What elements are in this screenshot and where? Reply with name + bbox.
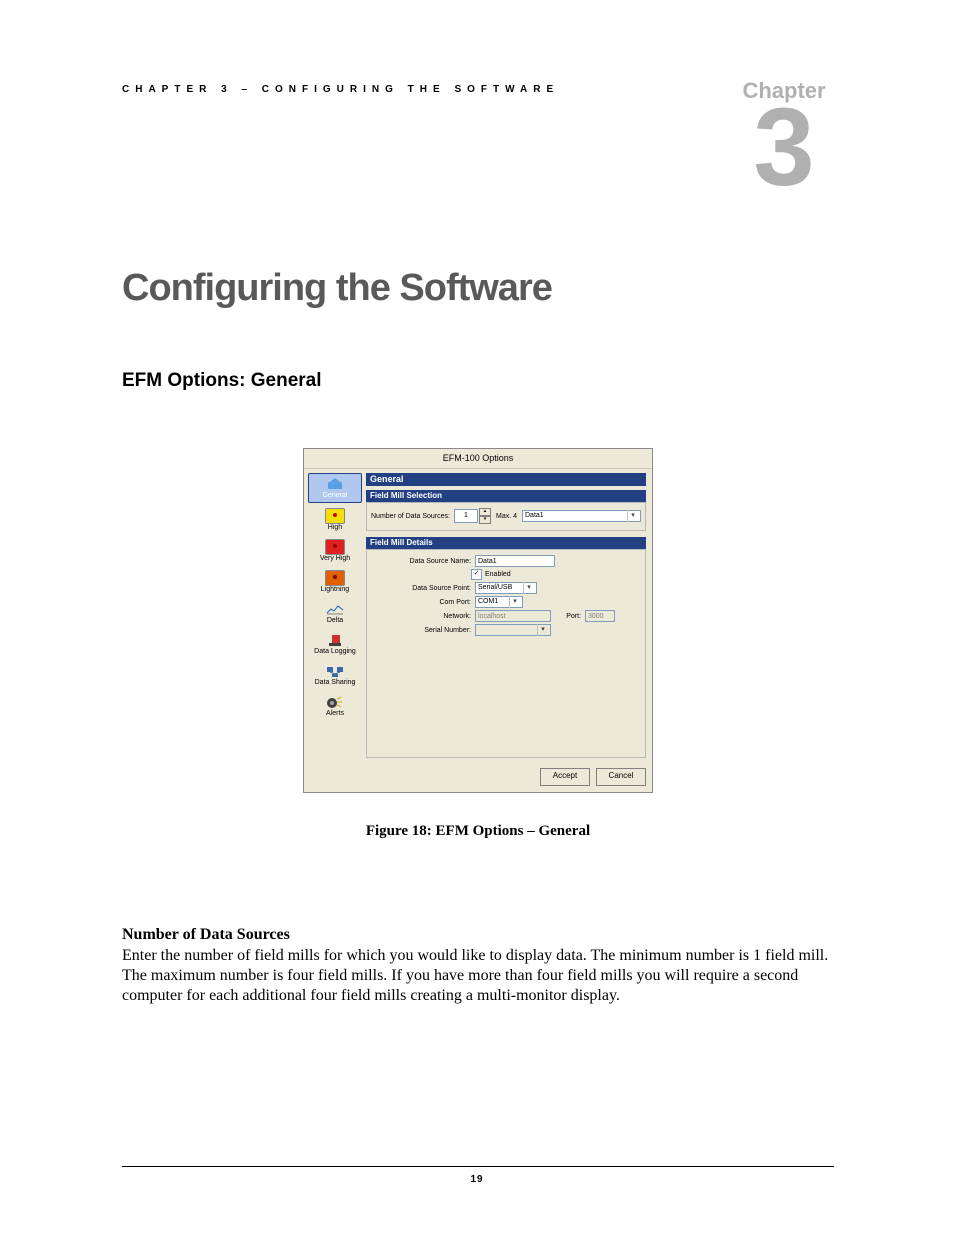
dsp-label: Data Source Point: — [371, 585, 475, 592]
alerts-icon — [326, 695, 344, 709]
group-details: Field Mill Details — [366, 537, 646, 549]
chevron-down-icon: ▾ — [523, 582, 534, 594]
serial-number-select[interactable]: ▾ — [475, 624, 551, 636]
sidebar-item-label: Lightning — [321, 586, 349, 593]
delta-icon — [326, 602, 344, 616]
enabled-label: Enabled — [485, 571, 511, 578]
data-logging-icon — [326, 633, 344, 647]
efm-options-dialog: EFM-100 Options General High — [303, 448, 653, 793]
group-selection: Field Mill Selection — [366, 490, 646, 502]
high-icon — [325, 508, 345, 524]
dialog-sidebar: General High Very High — [304, 469, 366, 762]
sidebar-item-label: High — [328, 524, 342, 531]
sidebar-item-general[interactable]: General — [308, 473, 362, 503]
body-paragraph: Enter the number of field mills for whic… — [122, 946, 834, 1006]
sidebar-item-lightning[interactable]: Lightning — [309, 568, 361, 596]
data-source-select[interactable]: Data1 ▾ — [522, 510, 641, 522]
body-subhead: Number of Data Sources — [122, 926, 834, 944]
running-head: CHAPTER 3 – CONFIGURING THE SOFTWARE — [122, 84, 559, 95]
page-number: 19 — [0, 1174, 954, 1185]
dsp-select[interactable]: Serial/USB ▾ — [475, 582, 537, 594]
sidebar-item-label: Delta — [327, 617, 343, 624]
sidebar-item-very-high[interactable]: Very High — [309, 537, 361, 565]
sidebar-item-delta[interactable]: Delta — [309, 599, 361, 627]
general-icon — [326, 477, 344, 491]
ds-name-input[interactable]: Data1 — [475, 555, 555, 567]
page-title: Configuring the Software — [122, 267, 834, 310]
com-value: COM1 — [478, 596, 498, 608]
num-sources-spinner[interactable]: 1 ▴ ▾ — [454, 508, 491, 524]
sn-label: Serial Number: — [371, 627, 475, 634]
chapter-number: 3 — [734, 98, 834, 197]
sidebar-item-label: Data Logging — [314, 648, 356, 655]
sidebar-item-alerts[interactable]: Alerts — [309, 692, 361, 720]
port-input: 3000 — [585, 610, 615, 622]
network-input: localhost — [475, 610, 551, 622]
sidebar-item-label: Alerts — [326, 710, 344, 717]
num-sources-max: Max. 4 — [491, 513, 522, 520]
footer-rule — [122, 1166, 834, 1167]
enabled-checkbox[interactable]: ✓ Enabled — [471, 569, 511, 580]
chapter-badge: Chapter 3 — [734, 78, 834, 197]
sidebar-item-data-logging[interactable]: Data Logging — [309, 630, 361, 658]
net-label: Network: — [371, 613, 475, 620]
accept-button[interactable]: Accept — [540, 768, 590, 786]
spinner-down-icon[interactable]: ▾ — [479, 516, 491, 524]
port-label: Port: — [551, 613, 585, 620]
num-sources-value: 1 — [454, 509, 478, 523]
chevron-down-icon: ▾ — [509, 596, 520, 608]
dialog-main: General Field Mill Selection Number of D… — [366, 469, 652, 762]
group-general: General — [366, 473, 646, 486]
very-high-icon — [325, 539, 345, 555]
ds-name-label: Data Source Name: — [371, 558, 475, 565]
sidebar-item-label: Very High — [320, 555, 350, 562]
chevron-down-icon: ▾ — [537, 624, 548, 636]
com-select[interactable]: COM1 ▾ — [475, 596, 523, 608]
chevron-down-icon: ▾ — [627, 510, 638, 522]
spinner-up-icon[interactable]: ▴ — [479, 508, 491, 516]
sidebar-item-label: General — [323, 492, 348, 499]
sidebar-item-high[interactable]: High — [309, 506, 361, 534]
figure-caption: Figure 18: EFM Options – General — [122, 823, 834, 840]
dialog-title: EFM-100 Options — [304, 449, 652, 469]
sidebar-item-label: Data Sharing — [315, 679, 356, 686]
section-head: EFM Options: General — [122, 370, 834, 392]
lightning-icon — [325, 570, 345, 586]
checkbox-checked-icon: ✓ — [471, 569, 482, 580]
num-sources-label: Number of Data Sources: — [371, 513, 454, 520]
sidebar-item-data-sharing[interactable]: Data Sharing — [309, 661, 361, 689]
com-label: Com Port: — [371, 599, 475, 606]
dsp-value: Serial/USB — [478, 582, 512, 594]
data-source-select-value: Data1 — [525, 510, 544, 522]
cancel-button[interactable]: Cancel — [596, 768, 646, 786]
data-sharing-icon — [326, 664, 344, 678]
